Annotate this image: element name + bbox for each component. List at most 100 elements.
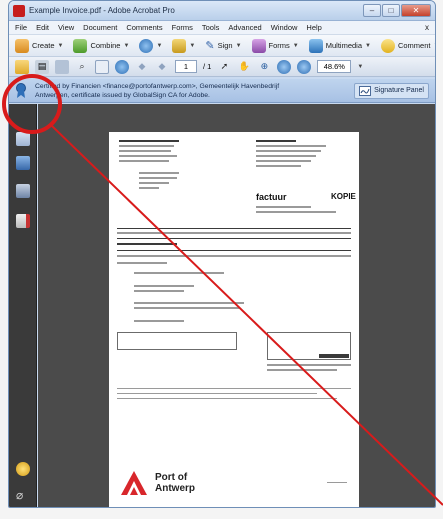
text-line [256, 160, 311, 162]
page-number-text [327, 482, 347, 483]
create-label: Create [32, 41, 55, 50]
screenshot-frame: Example Invoice.pdf - Adobe Acrobat Pro … [0, 0, 443, 519]
acrobat-icon [13, 4, 25, 17]
print-icon[interactable]: ▤ [35, 59, 49, 74]
window-title: Example Invoice.pdf - Adobe Acrobat Pro [29, 6, 175, 15]
pdf-page: factuur KOPIE Port of Antwerp [109, 132, 359, 507]
menu-comments[interactable]: Comments [126, 23, 162, 32]
sign-button[interactable]: ✎ Sign ▼ [205, 39, 241, 52]
bookmarks-icon[interactable] [16, 156, 30, 170]
menu-bar: File Edit View Document Comments Forms T… [9, 21, 435, 35]
document-close-button[interactable]: x [425, 23, 429, 32]
lock-icon [172, 38, 187, 53]
acrobat-window: Example Invoice.pdf - Adobe Acrobat Pro … [8, 0, 436, 508]
multimedia-button[interactable]: Multimedia ▼ [308, 38, 371, 53]
table-rule [117, 228, 351, 229]
certification-line-2: Antwerpen, certificate issued by GlobalS… [35, 91, 210, 99]
invoice-heading: factuur [256, 192, 287, 202]
menu-edit[interactable]: Edit [36, 23, 49, 32]
next-page-icon[interactable]: ◆ [155, 60, 169, 74]
menu-help[interactable]: Help [306, 23, 321, 32]
menu-view[interactable]: View [58, 23, 74, 32]
task-toolbar: Create ▼ Combine ▼ ▼ ▼ ✎ Sign ▼ Forms ▼ … [9, 35, 435, 57]
sign-label: Sign [217, 41, 233, 50]
previous-page-icon[interactable]: ◆ [135, 60, 149, 74]
table-rule [117, 238, 351, 239]
text-line [117, 232, 351, 234]
speech-bubble-icon [380, 38, 395, 53]
chevron-down-icon: ▼ [292, 42, 299, 49]
multimedia-icon [308, 38, 323, 53]
menu-file[interactable]: File [15, 23, 27, 32]
collaborate-icon[interactable] [115, 59, 129, 74]
copy-stamp: KOPIE [331, 192, 356, 201]
pages-icon[interactable] [16, 132, 30, 146]
text-line [119, 145, 174, 147]
signature-pen-icon [359, 85, 372, 96]
text-line [139, 182, 169, 184]
text-line [256, 165, 301, 167]
title-bar: Example Invoice.pdf - Adobe Acrobat Pro … [9, 1, 435, 21]
comments-icon[interactable] [16, 462, 30, 476]
attachments-icon[interactable] [16, 214, 30, 228]
menu-advanced[interactable]: Advanced [228, 23, 261, 32]
text-line [119, 150, 171, 152]
text-line [267, 364, 351, 366]
create-pdf-icon [15, 38, 29, 53]
chevron-down-icon: ▼ [156, 42, 163, 49]
hand-tool-icon[interactable]: ✋ [237, 60, 251, 74]
text-line [134, 302, 244, 304]
text-line [134, 285, 194, 287]
text-line [117, 388, 351, 389]
zoom-level-input[interactable]: 48.6% [317, 60, 352, 73]
minimize-button[interactable]: – [363, 4, 381, 17]
text-line [256, 155, 316, 157]
text-line [117, 398, 337, 399]
page-number-input[interactable]: 1 [175, 60, 197, 73]
combine-label: Combine [90, 41, 121, 50]
maximize-button[interactable]: □ [382, 4, 400, 17]
email-icon[interactable] [95, 59, 109, 74]
tools-toolbar: ▤ ⌕ ◆ ◆ 1 / 1 ➚ ✋ ⊕ 48.6% ▼ [9, 57, 435, 77]
text-line [139, 172, 179, 174]
certification-message: Certified by Financien <finance@portofan… [27, 82, 354, 100]
port-of-antwerp-logo [121, 471, 147, 495]
save-icon[interactable] [55, 59, 69, 74]
signature-bar: Certified by Financien <finance@portofan… [9, 79, 435, 103]
chevron-down-icon: ▼ [365, 42, 371, 49]
find-icon[interactable]: ⌕ [75, 60, 89, 74]
combine-button[interactable]: Combine ▼ [73, 38, 129, 53]
text-line [119, 140, 179, 142]
menu-window[interactable]: Window [271, 23, 298, 32]
collaborate-button[interactable]: ▼ [139, 38, 163, 53]
text-line [256, 211, 336, 213]
table-rule [117, 250, 351, 251]
forms-button[interactable]: Forms ▼ [251, 38, 299, 53]
paperclip-icon[interactable]: ⌀ [16, 488, 30, 502]
signature-panel-button[interactable]: Signature Panel [354, 82, 429, 99]
signatures-icon[interactable] [16, 184, 30, 198]
comment-button[interactable]: Comment ▼ [380, 38, 435, 53]
forms-label: Forms [268, 41, 290, 50]
document-area[interactable]: factuur KOPIE Port of Antwerp [38, 104, 435, 507]
text-line [256, 140, 296, 142]
text-line [134, 290, 184, 292]
marquee-zoom-icon[interactable]: ⊕ [257, 60, 271, 74]
zoom-out-icon[interactable] [277, 59, 292, 74]
menu-tools[interactable]: Tools [202, 23, 220, 32]
total-amount-bar [319, 354, 349, 358]
create-button[interactable]: Create ▼ [15, 38, 63, 53]
secure-button[interactable]: ▼ [172, 38, 195, 53]
chevron-down-icon: ▼ [433, 43, 435, 49]
zoom-in-icon[interactable] [297, 59, 312, 74]
combine-files-icon [73, 38, 88, 53]
select-cursor-icon[interactable]: ➚ [217, 60, 231, 74]
menu-forms[interactable]: Forms [172, 23, 193, 32]
close-button[interactable]: ✕ [401, 4, 431, 17]
form-icon [251, 38, 266, 53]
zoom-dropdown-icon[interactable]: ▼ [357, 64, 363, 70]
navigation-pane: ⌀ [9, 104, 37, 507]
open-folder-icon[interactable] [15, 59, 29, 74]
menu-document[interactable]: Document [83, 23, 117, 32]
text-line [117, 393, 317, 394]
